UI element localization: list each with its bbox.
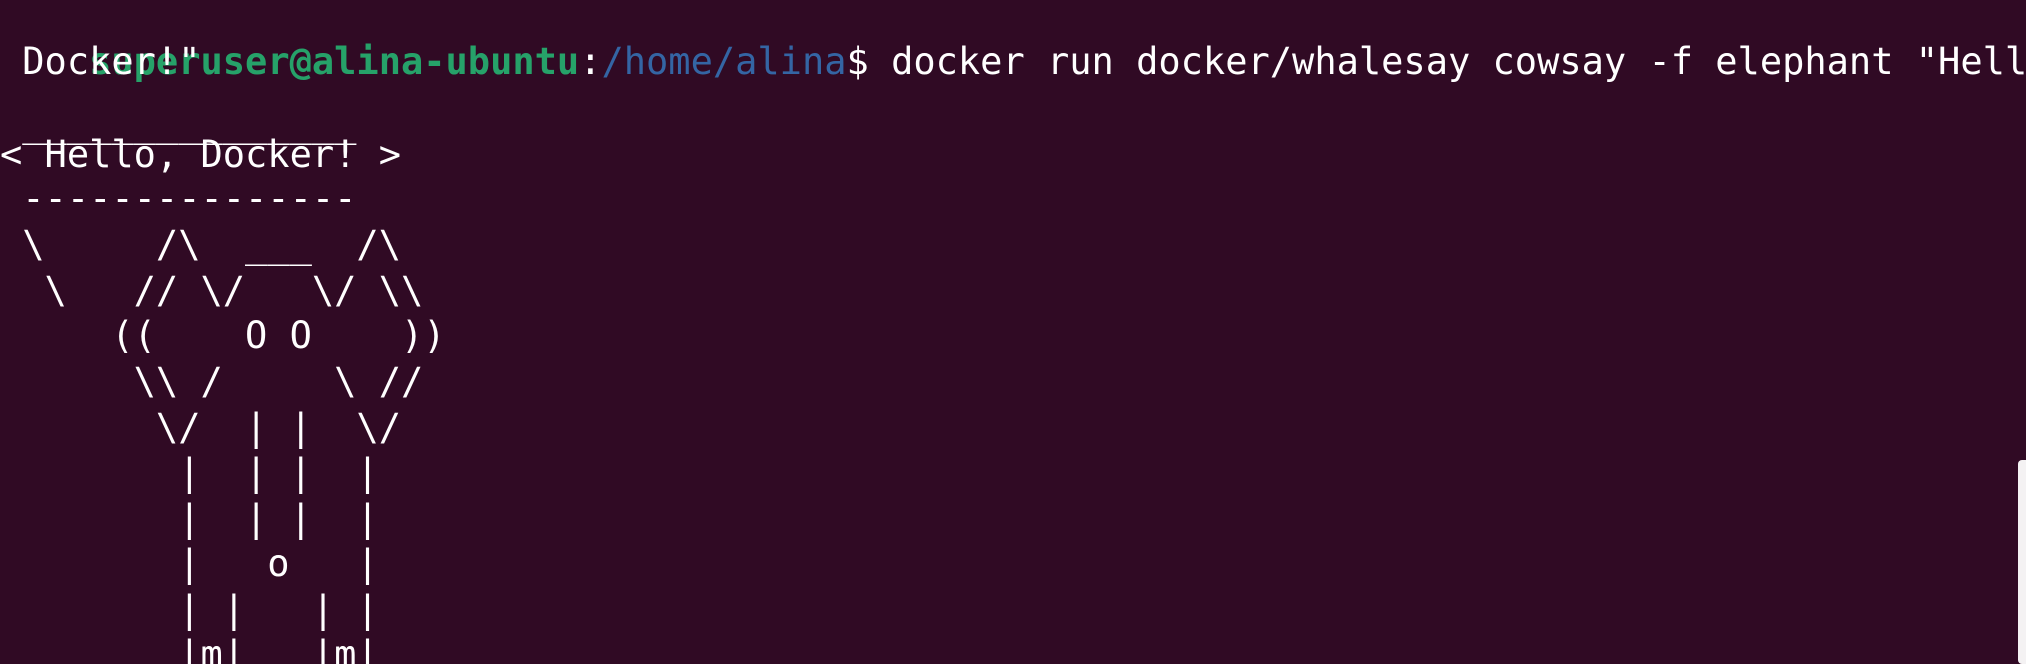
output-line: |m| |m| [0,633,379,664]
command-text: docker run docker/whalesay cowsay -f ele… [868,40,2026,83]
prompt-path: /home/alina [601,40,847,83]
output-line: \ // \/ \/ \\ [0,269,424,312]
output-line: | | | | [0,497,379,540]
output-line: \ /\ ___ /\ [0,223,401,266]
output-line: | | | | [0,451,379,494]
output-line: | o | [0,542,379,585]
output-line: \/ | | \/ [0,406,401,449]
output-line: < Hello, Docker! > [0,133,401,176]
output-line: --------------- [0,177,357,220]
scrollbar-thumb[interactable] [2018,460,2026,664]
prompt-separator: : [579,40,602,83]
command-wrap-line: Docker!" [0,40,201,83]
terminal-window[interactable]: superuser@alina-ubuntu:/home/alina$ dock… [0,0,2026,664]
prompt-line: superuser@alina-ubuntu:/home/alina$ dock… [0,0,2026,83]
output-line: (( O O )) [0,314,446,357]
prompt-dollar: $ [846,40,869,83]
output-line: | | | | [0,588,379,631]
output-line: \\ / \ // [0,360,424,403]
